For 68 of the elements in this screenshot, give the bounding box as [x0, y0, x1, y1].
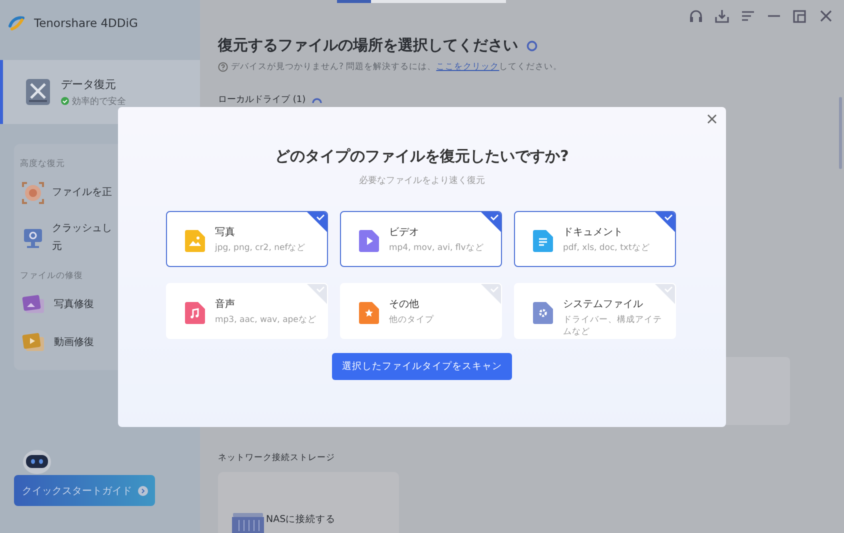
- file-type-formats: jpg, png, cr2, nefなど: [215, 242, 307, 254]
- section-heading: ファイルの修復: [19, 270, 84, 283]
- scan-button[interactable]: 選択したファイルタイプをスキャン: [332, 353, 512, 380]
- image-file-icon: [185, 230, 205, 252]
- photo-icon: [22, 294, 46, 316]
- dialog-subtitle: 必要なファイルをより速く復元: [359, 174, 485, 187]
- help-text: デバイスが見つかりません? 問題を解決するには、ここをクリック してください。: [231, 61, 562, 73]
- file-type-formats: 他のタイプ: [389, 314, 435, 326]
- sidebar-item[interactable]: 写真修復: [54, 296, 94, 314]
- file-type-name: システムファイル: [563, 298, 644, 311]
- file-type-card[interactable]: 写真 jpg, png, cr2, nefなど: [166, 211, 328, 267]
- sidebar-item[interactable]: 動画修復: [54, 334, 94, 352]
- file-type-card[interactable]: その他 他のタイプ: [340, 283, 502, 339]
- nas-card[interactable]: NASに接続する: [218, 472, 399, 533]
- file-type-name: 音声: [215, 298, 236, 311]
- star-file-icon: [359, 302, 379, 324]
- video-file-icon: [359, 230, 379, 252]
- logo-icon: [8, 15, 26, 31]
- file-type-card[interactable]: ドキュメント pdf, xls, doc, txtなど: [514, 211, 676, 267]
- download-icon[interactable]: [714, 8, 730, 24]
- quick-start-button[interactable]: クイックスタートガイド: [14, 475, 155, 506]
- video-icon: [22, 332, 46, 354]
- file-type-card[interactable]: システムファイル ドライバー、構成アイテムなど: [514, 283, 676, 339]
- help-icon: [218, 62, 228, 72]
- headset-icon[interactable]: [688, 8, 704, 24]
- target-icon: [22, 182, 44, 204]
- nas-icon: [232, 513, 264, 533]
- check-corner-icon: [306, 284, 327, 305]
- check-corner-icon: [654, 212, 675, 233]
- file-type-formats: pdf, xls, doc, txtなど: [563, 242, 651, 254]
- document-file-icon: [533, 230, 553, 252]
- file-type-card[interactable]: 音声 mp3, aac, wav, apeなど: [166, 283, 328, 339]
- file-type-name: ビデオ: [389, 226, 420, 239]
- dialog-title: どのタイプのファイルを復元したいですか?: [275, 147, 569, 166]
- file-type-formats: mp3, aac, wav, apeなど: [215, 314, 318, 326]
- check-corner-icon: [480, 212, 501, 233]
- tools-icon: [25, 78, 51, 106]
- file-type-name: ドキュメント: [563, 226, 624, 239]
- item-status: 効率的で安全: [72, 96, 126, 108]
- check-corner-icon: [654, 284, 675, 305]
- page-title: 復元するファイルの場所を選択してください: [218, 36, 518, 55]
- item-title: データ復元: [61, 76, 117, 92]
- check-corner-icon: [306, 212, 327, 233]
- shield-check-icon: [61, 97, 69, 105]
- sidebar-item[interactable]: ファイルを正: [52, 184, 112, 202]
- refresh-icon[interactable]: [526, 40, 538, 52]
- robot-icon: [22, 449, 52, 477]
- arrow-right-icon: [138, 486, 148, 496]
- section-heading: 高度な復元: [19, 158, 66, 171]
- app-name: Tenorshare 4DDiG: [34, 16, 138, 30]
- file-type-formats: ドライバー、構成アイテムなど: [563, 314, 663, 338]
- gear-file-icon: [533, 302, 553, 324]
- sidebar-item[interactable]: クラッシュし 元: [52, 220, 112, 256]
- file-type-card[interactable]: ビデオ mp4, mov, avi, flvなど: [340, 211, 502, 267]
- close-icon[interactable]: [706, 113, 718, 125]
- file-type-formats: mp4, mov, avi, flvなど: [389, 242, 485, 254]
- menu-icon[interactable]: [740, 8, 756, 24]
- monitor-icon: [22, 227, 44, 249]
- file-type-name: その他: [389, 298, 420, 311]
- file-type-name: 写真: [215, 226, 236, 239]
- check-corner-icon: [480, 284, 501, 305]
- music-file-icon: [185, 302, 205, 324]
- section-heading: ローカルドライブ (1): [218, 94, 306, 106]
- refresh-icon[interactable]: [312, 96, 322, 102]
- restore-icon[interactable]: [792, 8, 808, 24]
- section-heading: ネットワーク接続ストレージ: [218, 452, 335, 464]
- nas-label: NASに接続する: [266, 513, 336, 526]
- close-icon[interactable]: [818, 8, 834, 24]
